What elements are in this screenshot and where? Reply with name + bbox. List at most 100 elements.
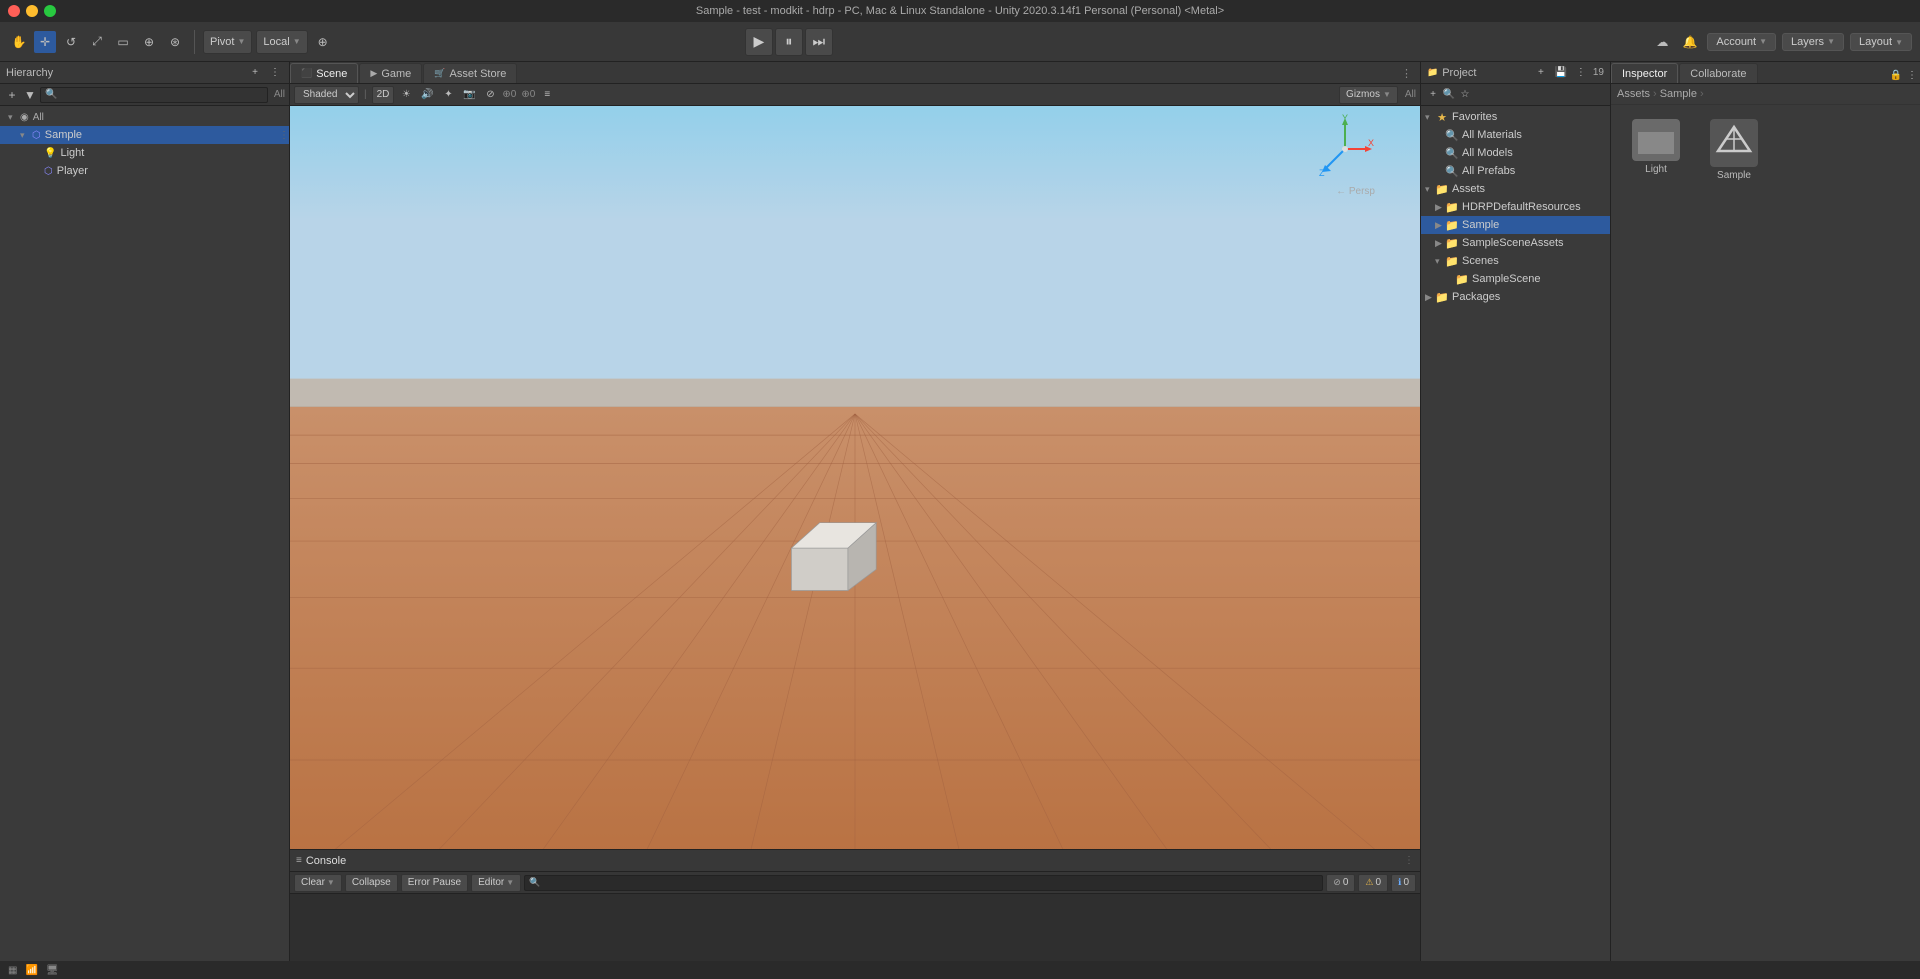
maximize-button[interactable] (44, 5, 56, 17)
extra-transform-button[interactable]: ⊕ (312, 31, 334, 53)
breadcrumb-sample[interactable]: Sample (1660, 88, 1697, 100)
stats-button[interactable]: ≡ (538, 86, 556, 104)
persp-label: ← Persp (1336, 186, 1375, 197)
inspector-more-button[interactable]: ⋮ (1904, 67, 1920, 83)
editor-button[interactable]: Editor ▼ (471, 874, 521, 892)
assets-breadcrumb: Assets › Sample › (1611, 84, 1920, 105)
hierarchy-menu-button[interactable]: ▼ (22, 87, 38, 103)
hierarchy-title: Hierarchy (6, 67, 243, 79)
project-toolbar: + 🔍 ☆ (1421, 84, 1610, 106)
hierarchy-item-sample[interactable]: ▾ ⬡ Sample ⋮ (0, 126, 289, 144)
error-count-button[interactable]: ⊘ 0 (1326, 874, 1355, 892)
local-button[interactable]: Local ▼ (256, 30, 307, 54)
light-toggle[interactable]: ☀ (397, 86, 415, 104)
account-button[interactable]: Account ▼ (1707, 33, 1776, 51)
hierarchy-add-toolbar-button[interactable]: + (4, 87, 20, 103)
inspector-tab[interactable]: Inspector (1611, 63, 1678, 83)
error-pause-button[interactable]: Error Pause (401, 874, 468, 892)
sample-scene-item[interactable]: 📁 SampleScene (1421, 270, 1610, 288)
console-more[interactable]: ⋮ (1404, 855, 1414, 866)
warning-count-button[interactable]: ⚠ 0 (1358, 874, 1388, 892)
layout-dropdown-arrow: ▼ (1895, 38, 1903, 47)
hierarchy-item-light[interactable]: 💡 Light (0, 144, 289, 162)
collab-icon-button[interactable]: ☁ (1651, 31, 1673, 53)
sample-scene-assets-label: SampleSceneAssets (1462, 237, 1564, 249)
sample-scene-assets-item[interactable]: ▶ 📁 SampleSceneAssets (1421, 234, 1610, 252)
asset-item-light[interactable]: Light (1621, 115, 1691, 185)
collapse-button[interactable]: Collapse (345, 874, 398, 892)
layers-dropdown-arrow: ▼ (1827, 37, 1835, 46)
layout-label: Layout (1859, 36, 1892, 48)
hierarchy-add-button[interactable]: + (247, 65, 263, 81)
project-save-button[interactable]: 💾 (1553, 65, 1569, 81)
asset-store-tab[interactable]: 🛒 Asset Store (423, 63, 517, 83)
scene-tab-label: Scene (316, 68, 347, 80)
move-tool-button[interactable]: ✛ (34, 31, 56, 53)
assets-folder-icon: 📁 (1435, 183, 1449, 196)
pivot-button[interactable]: Pivot ▼ (203, 30, 252, 54)
hierarchy-item-all[interactable]: ▾ ◉ All (0, 108, 289, 126)
scenes-item[interactable]: ▾ 📁 Scenes (1421, 252, 1610, 270)
asset-item-sample[interactable]: Sample (1699, 115, 1769, 185)
project-toolbar-add[interactable]: + (1425, 87, 1441, 103)
effect-toggle[interactable]: ✦ (439, 86, 457, 104)
warning-count: 0 (1375, 877, 1381, 888)
game-tab[interactable]: ▶ Game (359, 63, 422, 83)
hand-tool-button[interactable]: ✋ (8, 31, 30, 53)
console-search[interactable]: 🔍 (524, 875, 1323, 891)
tab-more-button[interactable]: ⋮ (1393, 63, 1420, 83)
shading-dropdown[interactable]: Shaded (294, 86, 359, 104)
2d-toggle[interactable]: 2D (372, 86, 395, 104)
project-favorites-item[interactable]: ▾ ★ Favorites (1421, 108, 1610, 126)
packages-item[interactable]: ▶ 📁 Packages (1421, 288, 1610, 306)
svg-text:Y: Y (1342, 114, 1348, 123)
scene-toolbar: Shaded | 2D ☀ 🔊 ✦ 📷 ⊘ ⊕0 ⊕0 ≡ Gizmos ▼ A… (290, 84, 1420, 106)
scale-tool-button[interactable]: ⤢ (86, 31, 108, 53)
play-button[interactable]: ▶ (745, 28, 773, 56)
collaborate-tab[interactable]: Collaborate (1679, 63, 1757, 83)
pause-button[interactable]: ⏸ (775, 28, 803, 56)
all-prefabs-item[interactable]: 🔍 All Prefabs (1421, 162, 1610, 180)
transform-tool-button[interactable]: ⊕ (138, 31, 160, 53)
project-search-button[interactable]: 🔍 (1441, 87, 1457, 103)
player-icon: ⬡ (44, 166, 53, 177)
layers-button[interactable]: Layers ▼ (1782, 33, 1844, 51)
sample-folder-item[interactable]: ▶ 📁 Sample (1421, 216, 1610, 234)
scene-tab[interactable]: ⬛ Scene (290, 63, 358, 83)
breadcrumb-sep: › (1653, 88, 1657, 100)
message-count-button[interactable]: ℹ 0 (1391, 874, 1416, 892)
audio-toggle[interactable]: 🔊 (418, 86, 436, 104)
project-filter-button[interactable]: ☆ (1457, 87, 1473, 103)
gizmos-button[interactable]: Gizmos ▼ (1339, 86, 1398, 104)
mute-toggle[interactable]: ⊘ (481, 86, 499, 104)
game-tab-label: Game (381, 68, 411, 80)
hdrp-default-resources-item[interactable]: ▶ 📁 HDRPDefaultResources (1421, 198, 1610, 216)
sample-menu[interactable]: ⋮ (279, 130, 289, 141)
project-add-button[interactable]: + (1533, 65, 1549, 81)
layers-label: Layers (1791, 36, 1824, 48)
camera-toggle[interactable]: 📷 (460, 86, 478, 104)
scene-background (290, 106, 1420, 849)
hierarchy-item-player[interactable]: ⬡ Player (0, 162, 289, 180)
breadcrumb-assets[interactable]: Assets (1617, 88, 1650, 100)
main-layout: Hierarchy + ⋮ + ▼ 🔍 All ▾ ◉ All ▾ ⬡ Samp… (0, 62, 1920, 979)
unity-logo-svg (1714, 123, 1754, 163)
cloud-button[interactable]: 🔔 (1679, 31, 1701, 53)
project-more-button[interactable]: ⋮ (1573, 65, 1589, 81)
step-button[interactable]: ⏭ (805, 28, 833, 56)
layout-button[interactable]: Layout ▼ (1850, 33, 1912, 51)
inspector-lock-button[interactable]: 🔒 (1888, 67, 1904, 83)
close-button[interactable] (8, 5, 20, 17)
rotate-tool-button[interactable]: ↺ (60, 31, 82, 53)
all-models-item[interactable]: 🔍 All Models (1421, 144, 1610, 162)
hierarchy-more-button[interactable]: ⋮ (267, 65, 283, 81)
extra-tool-button[interactable]: ⊛ (164, 31, 186, 53)
clear-button[interactable]: Clear ▼ (294, 874, 342, 892)
separator-1 (194, 30, 195, 54)
assets-root-item[interactable]: ▾ 📁 Assets (1421, 180, 1610, 198)
game-tab-icon: ▶ (370, 68, 377, 79)
minimize-button[interactable] (26, 5, 38, 17)
rect-tool-button[interactable]: ▭ (112, 31, 134, 53)
clear-label: Clear (301, 877, 325, 888)
all-materials-item[interactable]: 🔍 All Materials (1421, 126, 1610, 144)
